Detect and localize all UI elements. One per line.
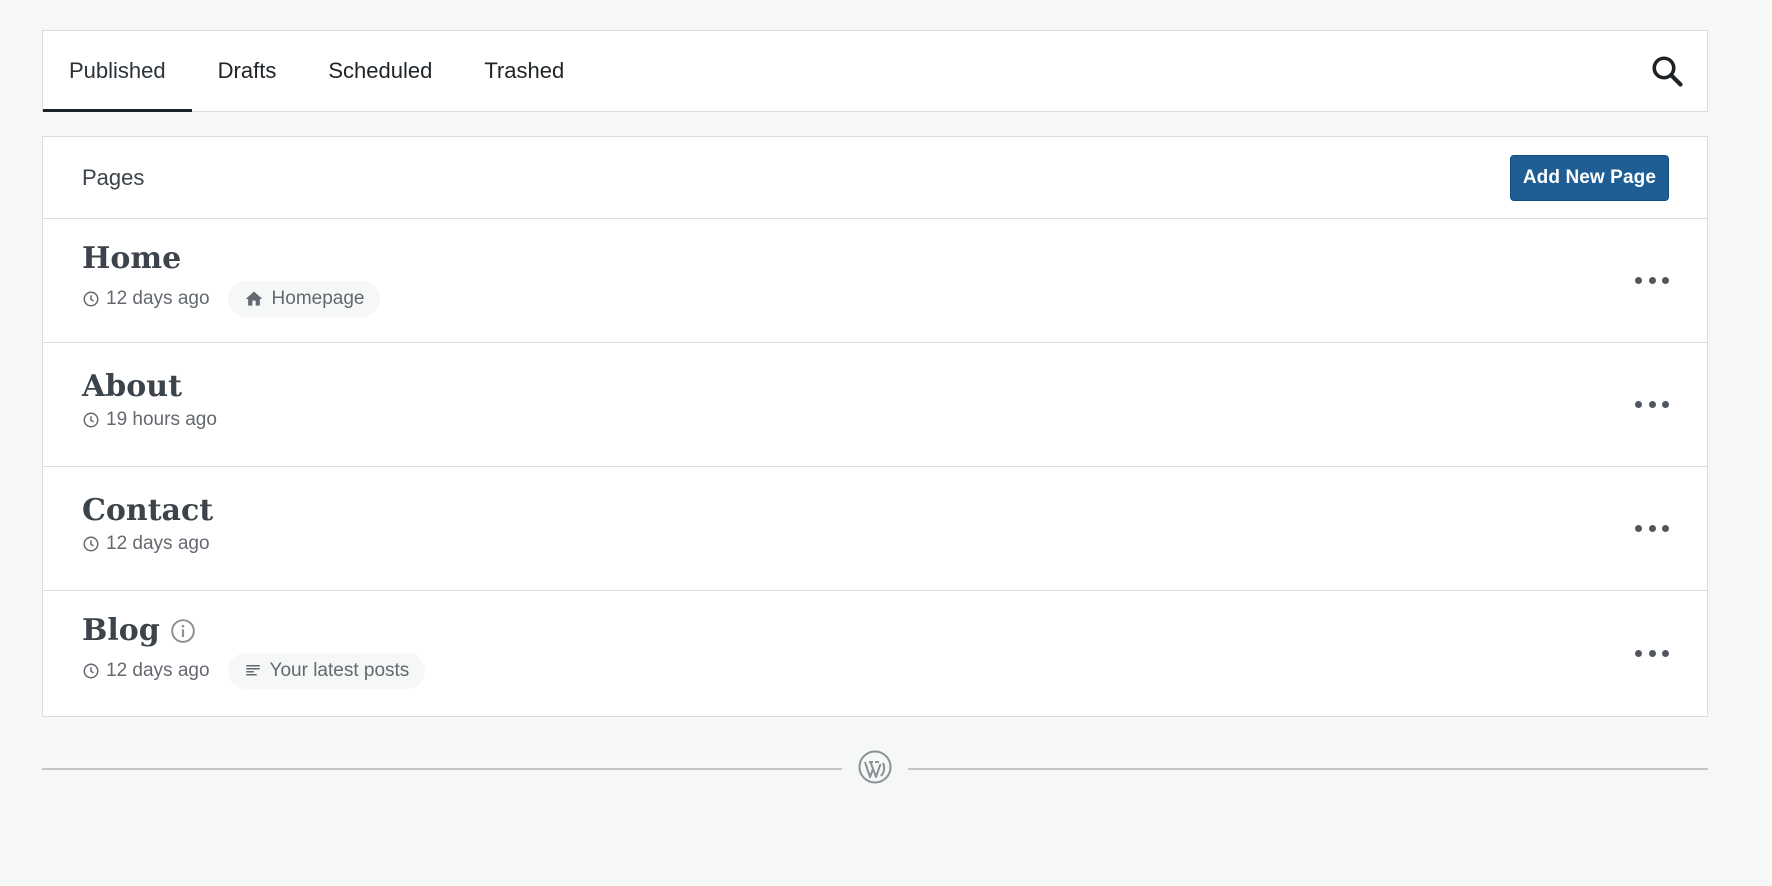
tab-published[interactable]: Published — [43, 31, 192, 112]
clock-icon — [83, 291, 99, 307]
pages-list: Pages Add New Page Home 12 days ago Home… — [42, 136, 1708, 717]
list-title: Pages — [82, 164, 145, 190]
time-label: 12 days ago — [106, 660, 210, 681]
clock-icon — [83, 663, 99, 679]
more-options-icon[interactable] — [1635, 519, 1669, 539]
divider — [908, 768, 1708, 770]
list-item[interactable]: Blog 12 days ago Your latest posts — [43, 591, 1707, 716]
info-icon[interactable] — [170, 618, 196, 644]
clock-icon — [83, 536, 99, 552]
page-title[interactable]: Home — [82, 241, 181, 276]
home-icon — [245, 291, 262, 306]
footer — [42, 748, 1708, 788]
badge-label: Your latest posts — [269, 660, 410, 681]
divider — [42, 768, 842, 770]
time-label: 12 days ago — [106, 533, 210, 554]
modified-time: 12 days ago — [82, 288, 210, 310]
list-item[interactable]: Home 12 days ago Homepage — [43, 219, 1707, 343]
status-badge: Homepage — [227, 281, 381, 317]
tab-drafts[interactable]: Drafts — [192, 31, 303, 111]
time-label: 19 hours ago — [106, 409, 217, 430]
clock-icon — [83, 412, 99, 428]
more-options-icon[interactable] — [1635, 271, 1669, 291]
add-new-page-button[interactable]: Add New Page — [1509, 154, 1669, 201]
badge-label: Homepage — [271, 288, 365, 309]
list-header: Pages Add New Page — [43, 137, 1707, 219]
list-item[interactable]: Contact 12 days ago — [43, 467, 1707, 591]
page-title[interactable]: About — [82, 369, 182, 404]
section-tabs: Published Drafts Scheduled Trashed — [42, 30, 1708, 112]
tab-scheduled[interactable]: Scheduled — [302, 31, 458, 111]
page-title[interactable]: Blog — [82, 613, 196, 648]
time-label: 12 days ago — [106, 288, 210, 309]
page-title[interactable]: Contact — [82, 493, 213, 528]
modified-time: 12 days ago — [82, 660, 210, 682]
search-icon[interactable] — [1649, 53, 1685, 89]
tab-trashed[interactable]: Trashed — [458, 31, 590, 111]
posts-icon — [245, 665, 260, 676]
modified-time: 19 hours ago — [82, 409, 217, 431]
wordpress-logo-icon — [858, 750, 892, 784]
more-options-icon[interactable] — [1635, 395, 1669, 415]
list-item[interactable]: About 19 hours ago — [43, 343, 1707, 467]
modified-time: 12 days ago — [82, 533, 210, 555]
more-options-icon[interactable] — [1635, 644, 1669, 664]
status-badge: Your latest posts — [227, 653, 426, 689]
